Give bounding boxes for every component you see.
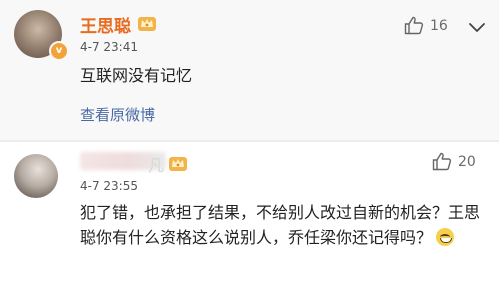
comment-time: 4-7 23:41: [80, 40, 138, 54]
crown-icon: [169, 157, 187, 171]
comment-time: 4-7 23:55: [80, 179, 138, 193]
thumbs-up-icon: [432, 152, 452, 171]
author-name-tail: 凡: [148, 156, 165, 175]
comment-text-body: 犯了错，也承担了结果，不给别人改过自新的机会？王思聪你有什么资格这么说别人，乔任…: [80, 203, 481, 247]
comment-text: 犯了错，也承担了结果，不给别人改过自新的机会？王思聪你有什么资格这么说别人，乔任…: [80, 200, 485, 250]
view-original-link[interactable]: 查看原微博: [80, 104, 155, 125]
like-button[interactable]: 16: [404, 16, 448, 35]
like-button[interactable]: 20: [432, 152, 476, 171]
comment-item: v 王思聪 4-7 23:41 互联网没有记忆 查看原微博 16: [0, 0, 499, 140]
comment-item: 凡 4-7 23:55 犯了错，也承担了结果，不给别人改过自新的机会？王思聪你有…: [0, 142, 499, 283]
comment-text: 互联网没有记忆: [80, 66, 193, 85]
author-name[interactable]: 王思聪: [80, 12, 131, 37]
like-count: 20: [458, 153, 476, 170]
more-icon[interactable]: [466, 16, 488, 38]
smile-emoji-icon: [436, 228, 455, 246]
avatar[interactable]: [14, 154, 58, 198]
like-count: 16: [430, 17, 448, 34]
thumbs-up-icon: [404, 16, 424, 35]
crown-icon: [138, 17, 156, 31]
verified-badge-icon: v: [49, 41, 69, 61]
